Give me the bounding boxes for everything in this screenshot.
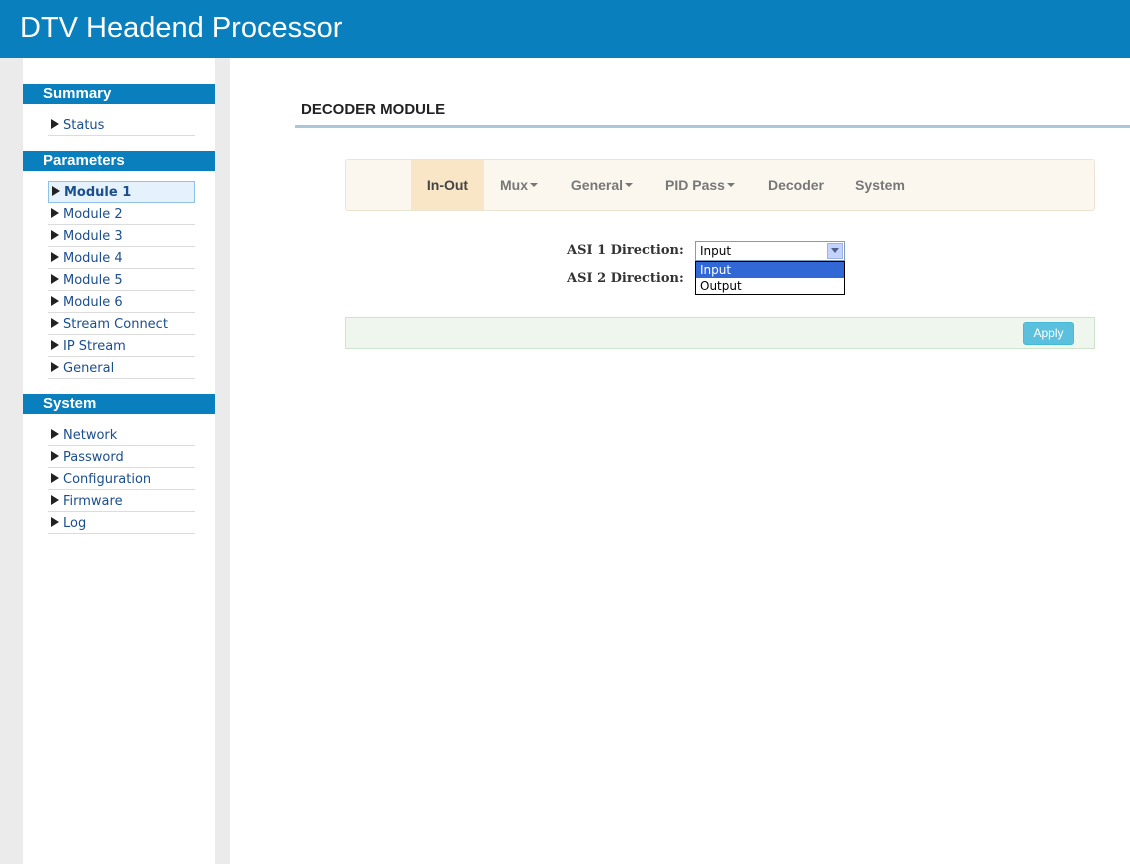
tab-system[interactable]: System	[842, 160, 918, 210]
sidebar-item-label: General	[63, 361, 115, 376]
sidebar-item-module-1[interactable]: Module 1	[48, 181, 195, 203]
sidebar-item-module-4[interactable]: Module 4	[48, 248, 195, 269]
sidebar-item-label: Stream Connect	[63, 317, 168, 332]
dropdown-option-input[interactable]: Input	[696, 262, 844, 278]
page-title: DECODER MODULE	[301, 101, 446, 118]
sidebar-item-label: Status	[63, 118, 105, 133]
asi2-direction-label: ASI 2 Direction:	[567, 271, 684, 286]
sidebar-item-label: Module 4	[63, 251, 123, 266]
tab-pid-pass[interactable]: PID Pass	[650, 160, 750, 210]
apply-bar: Apply	[345, 317, 1095, 349]
dropdown-option-output[interactable]: Output	[696, 278, 844, 294]
triangle-right-icon	[51, 208, 59, 218]
select-value: Input	[700, 244, 732, 258]
sidebar-item-label: IP Stream	[63, 339, 126, 354]
sidebar-item-module-3[interactable]: Module 3	[48, 226, 195, 247]
sidebar-item-label: Network	[63, 428, 118, 443]
asi1-direction-dropdown-list: Input Output	[695, 261, 845, 295]
top-header-bar: DTV Headend Processor	[0, 0, 1130, 58]
sidebar-item-label: Module 1	[64, 185, 132, 200]
sidebar-heading-parameters: Parameters	[23, 151, 215, 171]
triangle-right-icon	[52, 186, 60, 196]
caret-down-icon	[726, 183, 735, 187]
triangle-right-icon	[51, 473, 59, 483]
sidebar-item-module-6[interactable]: Module 6	[48, 292, 195, 313]
triangle-right-icon	[51, 517, 59, 527]
sidebar-item-label: Module 2	[63, 207, 123, 222]
sidebar-item-configuration[interactable]: Configuration	[48, 469, 195, 490]
sidebar-item-label: Module 3	[63, 229, 123, 244]
apply-button[interactable]: Apply	[1023, 322, 1074, 345]
tab-label: Decoder	[767, 177, 825, 193]
sidebar-item-firmware[interactable]: Firmware	[48, 491, 195, 512]
tab-label: In-Out	[426, 177, 469, 193]
tab-mux[interactable]: Mux	[484, 160, 554, 210]
module-tab-bar: In-Out Mux General PID Pass Decoder Syst…	[345, 159, 1095, 211]
triangle-right-icon	[51, 340, 59, 350]
sidebar-item-general[interactable]: General	[48, 358, 195, 379]
sidebar-item-log[interactable]: Log	[48, 513, 195, 534]
triangle-right-icon	[51, 252, 59, 262]
dropdown-arrow-button[interactable]	[827, 243, 843, 259]
sidebar-item-stream-connect[interactable]: Stream Connect	[48, 314, 195, 335]
asi1-direction-select[interactable]: Input	[695, 241, 845, 261]
sidebar-item-label: Firmware	[63, 494, 123, 509]
app-title: DTV Headend Processor	[20, 12, 343, 44]
sidebar-item-network[interactable]: Network	[48, 425, 195, 446]
sidebar-item-ip-stream[interactable]: IP Stream	[48, 336, 195, 357]
triangle-right-icon	[51, 274, 59, 284]
tab-general[interactable]: General	[554, 160, 650, 210]
tab-label: General	[570, 177, 624, 193]
tab-in-out[interactable]: In-Out	[411, 160, 484, 210]
sidebar-item-label: Module 5	[63, 273, 123, 288]
tab-decoder[interactable]: Decoder	[750, 160, 842, 210]
triangle-right-icon	[51, 296, 59, 306]
sidebar-item-label: Password	[63, 450, 124, 465]
title-divider	[295, 125, 1130, 128]
sidebar: Summary Status Parameters Module 1 Modul…	[23, 58, 215, 864]
sidebar-heading-system: System	[23, 394, 215, 414]
triangle-right-icon	[51, 362, 59, 372]
triangle-right-icon	[51, 119, 59, 129]
triangle-right-icon	[51, 451, 59, 461]
left-gutter	[0, 58, 23, 864]
caret-down-icon	[530, 183, 538, 187]
triangle-right-icon	[51, 230, 59, 240]
caret-down-icon	[625, 183, 634, 187]
triangle-right-icon	[51, 495, 59, 505]
tab-label: PID Pass	[665, 177, 725, 193]
chevron-down-icon	[831, 248, 839, 253]
triangle-right-icon	[51, 318, 59, 328]
sidebar-item-module-5[interactable]: Module 5	[48, 270, 195, 291]
sidebar-item-label: Module 6	[63, 295, 123, 310]
asi1-direction-label: ASI 1 Direction:	[567, 243, 684, 258]
sidebar-item-password[interactable]: Password	[48, 447, 195, 468]
sidebar-item-module-2[interactable]: Module 2	[48, 204, 195, 225]
sidebar-item-status[interactable]: Status	[48, 115, 195, 136]
sidebar-heading-summary: Summary	[23, 84, 215, 104]
sidebar-item-label: Configuration	[63, 472, 152, 487]
triangle-right-icon	[51, 429, 59, 439]
tab-label: System	[855, 177, 905, 193]
tab-label: Mux	[500, 177, 528, 193]
sidebar-divider	[215, 58, 230, 864]
sidebar-item-label: Log	[63, 516, 87, 531]
